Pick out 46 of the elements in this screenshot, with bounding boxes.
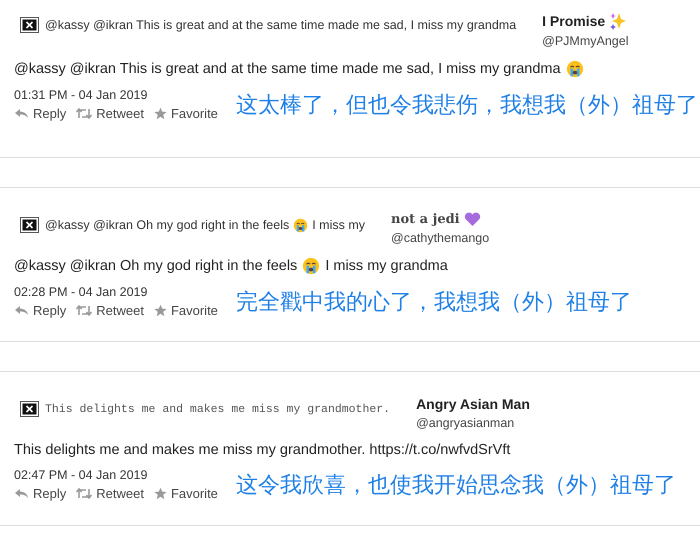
reply-arrow-icon [14,305,29,316]
embed-text: I miss my [312,218,366,232]
heart-icon [464,212,481,227]
translation-text: 这太棒了，但也令我悲伤，我想我（外）祖母了 [236,92,698,120]
crying-face-icon [566,60,584,78]
sparkles-icon [609,12,628,30]
action-button[interactable]: Favorite [154,303,218,318]
broken-image-icon [20,401,39,417]
retweet-icon [76,488,92,499]
crying-face-icon [302,257,320,275]
tweet-text: @kassy @ikran Oh my god right in the feels [14,258,298,274]
reply-arrow-icon [14,488,29,499]
tweet-text: @kassy @ikran This is great and at the same time made me sad, I miss my grandma [14,61,561,77]
timestamp: 02:28 PM - 04 Jan 2019 [14,285,148,299]
action-button[interactable]: Retweet [76,106,144,121]
author-handle: @PJMmyAngel [542,34,628,48]
star-icon [154,487,167,500]
tweet-text: This delights me and makes me miss my grandmother. https://t.co/nwfvdSrVft [14,442,510,458]
star-icon [154,304,167,317]
retweet-icon [76,305,92,316]
author-name: I Promise [542,13,606,29]
tweet-text: I miss my grandma [325,258,448,274]
action-button[interactable]: Favorite [154,106,218,121]
star-icon [154,107,167,120]
broken-image-icon [20,17,39,33]
action-button[interactable]: Retweet [76,486,144,501]
retweet-icon [76,108,92,119]
author-handle: @cathythemango [391,231,490,245]
embed-text: This delights me and makes me miss my grandmother. [45,402,390,416]
author-name: not a jedi [391,212,460,227]
timestamp: 02:47 PM - 04 Jan 2019 [14,468,148,482]
action-button[interactable]: Favorite [154,486,218,501]
broken-image-icon [20,217,39,233]
action-button[interactable]: Reply [14,106,66,121]
action-button[interactable]: Reply [14,486,66,501]
action-button[interactable]: Retweet [76,303,144,318]
reply-arrow-icon [14,108,29,119]
embed-text: @kassy @ikran This is great and at the same time made me sad, I miss my grandma [45,18,516,32]
author-handle: @angryasianman [416,416,516,430]
crying-face-icon [293,218,308,232]
timestamp: 01:31 PM - 04 Jan 2019 [14,88,148,102]
embed-text: @kassy @ikran Oh my god right in the feels [45,218,290,232]
translation-text: 这令我欣喜，也使我开始思念我（外）祖母了 [236,472,676,500]
action-button[interactable]: Reply [14,303,66,318]
translation-text: 完全戳中我的心了，我想我（外）祖母了 [236,288,632,316]
author-name: Angry Asian Man [416,396,530,412]
